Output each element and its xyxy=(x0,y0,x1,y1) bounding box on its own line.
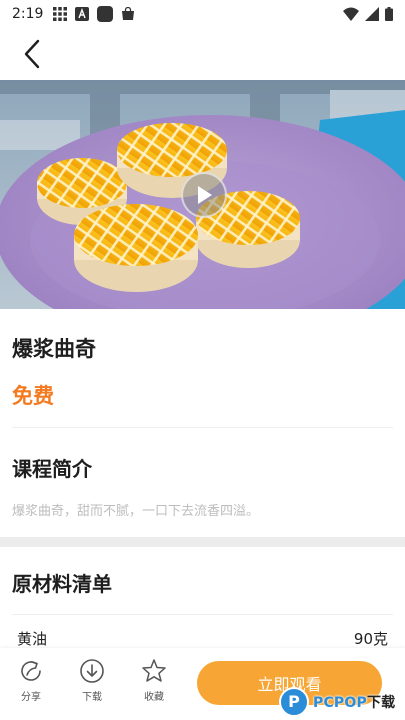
ingredient-amount: 90克 xyxy=(353,629,388,648)
grid-icon xyxy=(53,7,68,21)
download-label: 下载 xyxy=(82,692,102,703)
share-label: 分享 xyxy=(21,692,41,703)
tart xyxy=(74,204,198,292)
video-cover-image[interactable] xyxy=(0,80,405,309)
intro-heading: 课程简介 xyxy=(12,457,92,481)
divider xyxy=(12,427,393,428)
watermark-brand: PCPOP xyxy=(313,694,367,711)
ingredient-name: 黄油 xyxy=(17,629,48,648)
signal-icon xyxy=(365,7,379,21)
favorite-button[interactable]: 收藏 xyxy=(132,658,176,703)
wifi-icon xyxy=(343,7,359,21)
favorite-label: 收藏 xyxy=(144,692,164,703)
chevron-left-icon xyxy=(24,39,40,69)
status-icons-right xyxy=(343,7,393,21)
battery-icon xyxy=(385,7,393,21)
star-icon xyxy=(142,659,166,682)
share-button[interactable]: 分享 xyxy=(9,658,53,703)
intro-text: 爆浆曲奇，甜而不腻，一口下去流香四溢。 xyxy=(12,504,260,519)
list-item: 黄油 90克 xyxy=(0,626,405,650)
back-button[interactable] xyxy=(14,36,50,72)
status-icons-left xyxy=(53,6,135,22)
play-icon xyxy=(198,186,212,204)
watermark: P PCPOP下载 xyxy=(279,683,405,720)
a-badge-icon xyxy=(75,7,90,21)
course-title: 爆浆曲奇 xyxy=(12,337,96,361)
download-button[interactable]: 下载 xyxy=(70,658,114,703)
play-button[interactable] xyxy=(181,172,227,218)
share-icon xyxy=(21,661,41,681)
price-label: 免费 xyxy=(12,384,54,408)
watermark-logo: P xyxy=(279,686,309,717)
watermark-suffix: 下载 xyxy=(366,694,396,711)
square-icon xyxy=(97,6,114,22)
download-icon xyxy=(80,659,104,683)
section-divider xyxy=(0,537,405,547)
bag-icon xyxy=(122,7,135,20)
watermark-text: PCPOP下载 xyxy=(313,692,395,712)
status-bar: 2:19 xyxy=(0,0,405,28)
status-time: 2:19 xyxy=(12,6,44,22)
materials-heading: 原材料清单 xyxy=(12,572,112,596)
divider xyxy=(12,614,393,615)
nav-bar xyxy=(0,28,405,80)
